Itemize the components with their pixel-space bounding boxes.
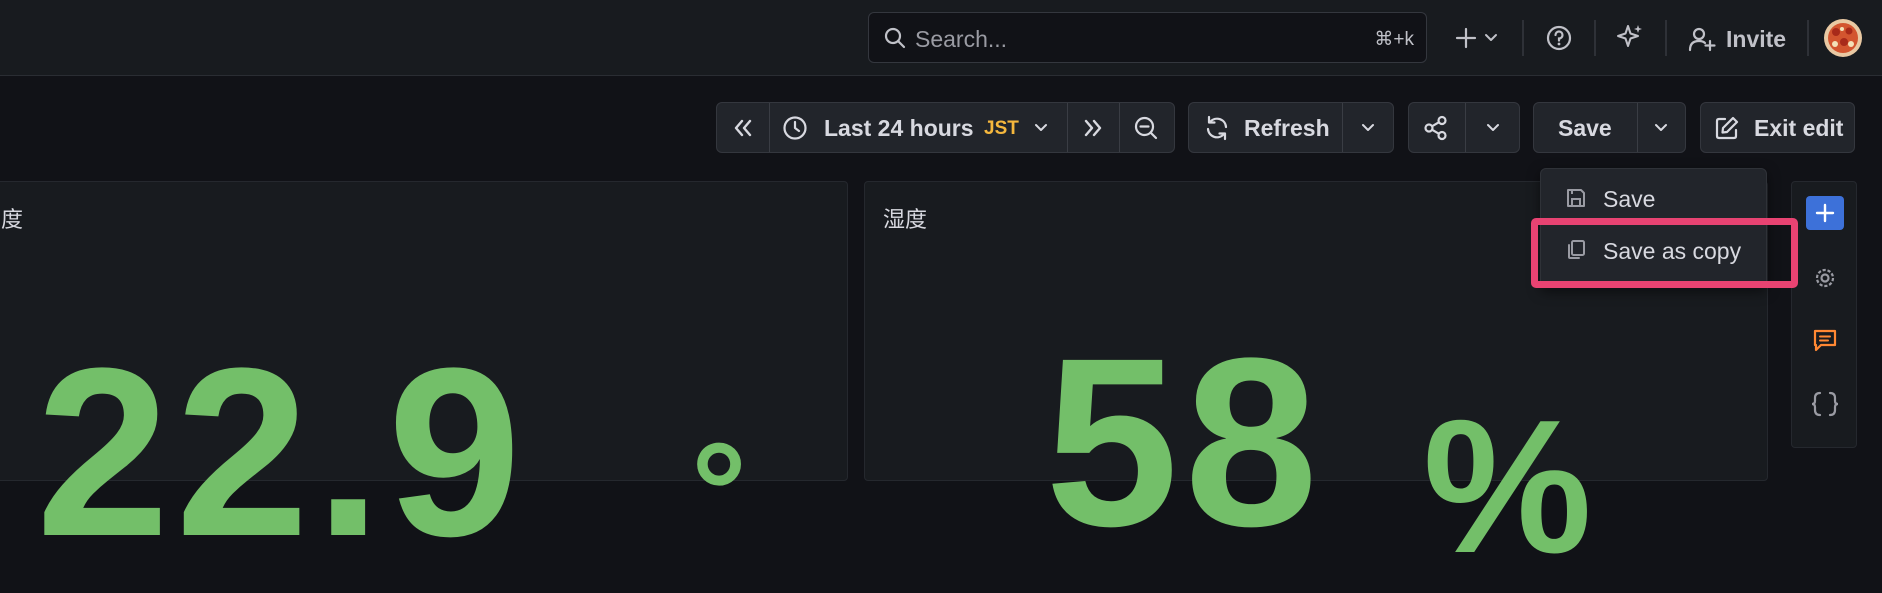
chevron-down-icon (1485, 34, 1497, 41)
stat-value: 22.9 (36, 318, 528, 586)
user-avatar[interactable] (1823, 18, 1863, 58)
save-button[interactable]: Save (1534, 103, 1637, 152)
help-icon[interactable] (1545, 24, 1573, 52)
time-picker-group: Last 24 hours JST (716, 102, 1175, 153)
divider (1594, 20, 1596, 56)
new-menu-button[interactable] (1446, 18, 1502, 58)
zoom-out-icon[interactable] (1133, 115, 1159, 141)
gear-icon[interactable] (1811, 264, 1839, 292)
plus-icon (1815, 203, 1835, 223)
chevron-down-icon[interactable] (1486, 122, 1500, 134)
save-icon (1567, 189, 1585, 207)
edit-icon (1715, 116, 1739, 140)
search-placeholder: Search... (915, 26, 1008, 52)
exit-edit-label: Exit edit (1754, 115, 1844, 141)
save-group: Save (1533, 102, 1686, 153)
stat-value: 58 (1045, 308, 1324, 576)
code-braces-icon[interactable] (1809, 390, 1841, 418)
divider (1522, 20, 1524, 56)
timezone-label: JST (984, 118, 1019, 139)
refresh-icon (1206, 115, 1228, 141)
chevrons-right-icon[interactable] (1081, 117, 1105, 139)
time-range-label: Last 24 hours (824, 115, 974, 141)
highlight-box (1531, 218, 1798, 288)
panel-title: 度 (1, 207, 24, 232)
search-icon (884, 27, 906, 49)
clock-icon (783, 116, 807, 140)
refresh-label: Refresh (1244, 115, 1330, 141)
invite-button[interactable]: Invite (1686, 18, 1824, 58)
stat-unit: % (1423, 381, 1598, 593)
sparkle-icon[interactable] (1615, 22, 1645, 52)
edit-sidebar-rail (1791, 181, 1857, 448)
comment-icon[interactable] (1811, 326, 1839, 354)
menu-item-save[interactable]: Save (1541, 175, 1768, 221)
temperature-panel: 度 22.9 ° (0, 181, 848, 572)
divider (1807, 20, 1809, 56)
time-range-picker[interactable]: Last 24 hours JST (770, 103, 1067, 152)
search-bar[interactable]: Search... ⌘+k (868, 12, 1427, 63)
menu-item-label: Save (1603, 186, 1656, 212)
refresh-group: Refresh (1188, 102, 1394, 153)
chevrons-left-icon[interactable] (731, 117, 755, 139)
chevron-down-icon (1035, 124, 1047, 131)
plus-icon (1455, 27, 1477, 49)
refresh-button[interactable]: Refresh (1189, 103, 1342, 152)
invite-label: Invite (1726, 26, 1787, 52)
user-plus-icon (1688, 27, 1716, 52)
add-panel-button[interactable] (1806, 196, 1844, 230)
stat-unit: ° (691, 413, 753, 570)
chevron-down-icon[interactable] (1361, 122, 1375, 134)
panel-title: 湿度 (883, 207, 928, 232)
divider (1665, 20, 1667, 56)
exit-edit-button[interactable]: Exit edit (1700, 102, 1855, 153)
share-group (1408, 102, 1520, 153)
save-label: Save (1558, 115, 1612, 141)
share-icon[interactable] (1423, 115, 1449, 141)
search-shortcut: ⌘+k (1374, 29, 1414, 50)
chevron-down-icon[interactable] (1654, 122, 1668, 134)
